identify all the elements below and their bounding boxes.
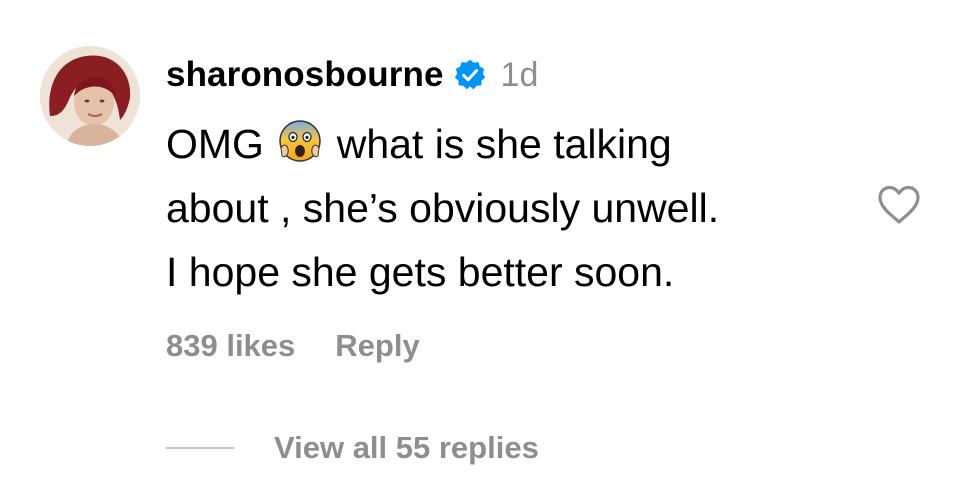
heart-outline-icon[interactable] <box>876 184 922 226</box>
avatar[interactable] <box>40 46 140 146</box>
screaming-face-emoji-icon <box>277 118 323 164</box>
likes-count[interactable]: 839 likes <box>166 328 295 364</box>
comment-header: sharonosbourne 1d <box>166 50 846 100</box>
comment-body: sharonosbourne 1d OMG what is she talkin… <box>166 50 846 304</box>
comment-actions: 839 likes Reply <box>166 328 420 364</box>
view-replies-label: View all 55 replies <box>274 430 539 465</box>
username-link[interactable]: sharonosbourne <box>166 55 444 95</box>
timestamp[interactable]: 1d <box>501 56 539 95</box>
profile-avatar-image <box>40 46 140 146</box>
comment-text-start: OMG <box>166 121 276 167</box>
verified-badge-icon <box>453 58 487 92</box>
comment-item: sharonosbourne 1d OMG what is she talkin… <box>0 0 980 503</box>
view-replies-button[interactable]: View all 55 replies <box>166 430 539 466</box>
divider-line <box>166 447 234 449</box>
comment-text: OMG what is she talking about , she’s ob… <box>166 112 866 304</box>
reply-button[interactable]: Reply <box>335 328 419 364</box>
